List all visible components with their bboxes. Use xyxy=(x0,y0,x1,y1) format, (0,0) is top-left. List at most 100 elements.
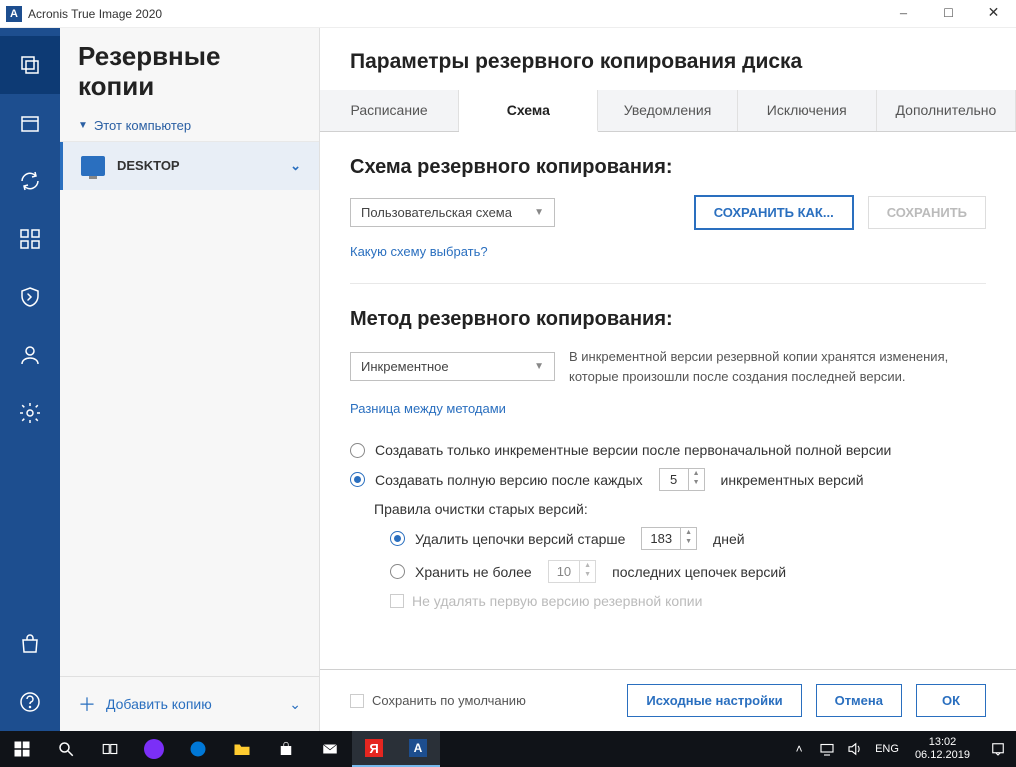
ok-button[interactable]: ОК xyxy=(916,684,986,717)
monitor-icon xyxy=(81,156,105,176)
cleanup-heading: Правила очистки старых версий: xyxy=(350,501,986,517)
taskbar-app-yandex-red[interactable]: Я xyxy=(352,731,396,767)
cancel-button[interactable]: Отмена xyxy=(816,684,902,717)
sidebar-filter-label: Этот компьютер xyxy=(94,118,191,133)
scheme-heading: Схема резервного копирования: xyxy=(350,156,986,179)
page-title: Параметры резервного копирования диска xyxy=(320,28,1016,90)
titlebar: A Acronis True Image 2020 – □ ✕ xyxy=(0,0,1016,28)
sidebar-filter[interactable]: ▼ Этот компьютер xyxy=(60,110,319,142)
taskbar-app-acronis[interactable]: A xyxy=(396,731,440,767)
checkbox-label: Сохранить по умолчанию xyxy=(372,693,526,708)
taskbar-app-store[interactable] xyxy=(264,731,308,767)
radio-icon xyxy=(350,472,365,487)
scheme-select[interactable]: Пользовательская схема ▼ xyxy=(350,198,555,227)
tab-advanced[interactable]: Дополнительно xyxy=(877,90,1016,131)
nav-account-icon[interactable] xyxy=(0,326,60,384)
nav-sync-icon[interactable] xyxy=(0,152,60,210)
tab-schedule[interactable]: Расписание xyxy=(320,90,459,131)
taskbar-app-explorer[interactable] xyxy=(220,731,264,767)
radio-icon xyxy=(390,564,405,579)
close-button[interactable]: ✕ xyxy=(971,0,1016,28)
sidebar-item-desktop[interactable]: DESKTOP ⌄ xyxy=(60,142,319,190)
app-icon: A xyxy=(6,6,22,22)
radio-cleanup-keep[interactable]: Хранить не более 10 ▲▼ последних цепочек… xyxy=(350,560,986,583)
caret-down-icon: ▼ xyxy=(534,207,544,218)
start-button[interactable] xyxy=(0,731,44,767)
reset-button[interactable]: Исходные настройки xyxy=(627,684,801,717)
radio-cleanup-age[interactable]: Удалить цепочки версий старше 183 ▲▼ дне… xyxy=(350,527,986,550)
nav-backup-icon[interactable] xyxy=(0,36,60,94)
nav-protection-icon[interactable] xyxy=(0,268,60,326)
nav-settings-icon[interactable] xyxy=(0,384,60,442)
separator xyxy=(350,283,986,284)
radio-label-suffix: последних цепочек версий xyxy=(612,564,786,580)
sidebar-add-backup[interactable]: ＋ Добавить копию ⌄ xyxy=(60,676,319,731)
chevron-down-icon: ⌄ xyxy=(289,696,301,713)
nav-rail xyxy=(0,28,60,731)
taskview-icon[interactable] xyxy=(88,731,132,767)
checkbox-icon xyxy=(350,694,364,708)
checkbox-icon xyxy=(390,594,404,608)
nav-store-icon[interactable] xyxy=(0,615,60,673)
save-default-checkbox[interactable]: Сохранить по умолчанию xyxy=(350,693,526,708)
spinner[interactable]: ▲▼ xyxy=(688,469,704,490)
tray-language[interactable]: ENG xyxy=(869,743,905,755)
settings-panel: Схема резервного копирования: Пользовате… xyxy=(320,132,1016,669)
full-count-input[interactable]: 5 ▲▼ xyxy=(659,468,705,491)
tab-exclusions[interactable]: Исключения xyxy=(738,90,877,131)
chevron-down-icon: ⌄ xyxy=(290,158,301,174)
age-days-input[interactable]: 183 ▲▼ xyxy=(641,527,697,550)
checkbox-no-delete-first[interactable]: Не удалять первую версию резервной копии xyxy=(350,593,986,609)
window-controls: – □ ✕ xyxy=(881,0,1016,28)
input-value: 5 xyxy=(660,469,688,490)
radio-label: Создавать только инкрементные версии пос… xyxy=(375,442,891,458)
taskbar-clock[interactable]: 13:02 06.12.2019 xyxy=(905,736,980,762)
tray-notifications-icon[interactable] xyxy=(980,731,1016,767)
content-area: Параметры резервного копирования диска Р… xyxy=(320,28,1016,731)
window-title: Acronis True Image 2020 xyxy=(28,7,881,21)
spinner[interactable]: ▲▼ xyxy=(680,528,696,549)
clock-time: 13:02 xyxy=(915,736,970,749)
radio-label-prefix: Создавать полную версию после каждых xyxy=(375,472,643,488)
method-diff-link[interactable]: Разница между методами xyxy=(350,401,506,416)
taskbar-app-yandex[interactable] xyxy=(132,731,176,767)
radio-full-after[interactable]: Создавать полную версию после каждых 5 ▲… xyxy=(350,468,986,491)
keep-chains-input[interactable]: 10 ▲▼ xyxy=(548,560,596,583)
caret-down-icon: ▼ xyxy=(78,120,88,131)
tray-network-icon[interactable] xyxy=(813,731,841,767)
minimize-button[interactable]: – xyxy=(881,0,926,28)
save-as-button[interactable]: СОХРАНИТЬ КАК... xyxy=(694,195,854,230)
scheme-help-link[interactable]: Какую схему выбрать? xyxy=(350,244,986,259)
search-icon[interactable] xyxy=(44,731,88,767)
input-value: 10 xyxy=(549,561,579,582)
radio-label-suffix: дней xyxy=(713,531,745,547)
tab-notifications[interactable]: Уведомления xyxy=(598,90,737,131)
method-description: В инкрементной версии резервной копии хр… xyxy=(569,347,986,386)
nav-archive-icon[interactable] xyxy=(0,94,60,152)
plus-icon: ＋ xyxy=(78,691,96,717)
maximize-button[interactable]: □ xyxy=(926,0,971,28)
taskbar-app-edge[interactable] xyxy=(176,731,220,767)
radio-icon xyxy=(350,443,365,458)
method-select-value: Инкрементное xyxy=(361,359,449,374)
taskbar-app-mail[interactable] xyxy=(308,731,352,767)
tray-volume-icon[interactable] xyxy=(841,731,869,767)
tray-up-icon[interactable]: ˄ xyxy=(785,731,813,767)
sidebar-item-label: DESKTOP xyxy=(117,158,180,173)
tabs: Расписание Схема Уведомления Исключения … xyxy=(320,90,1016,132)
radio-incremental-only[interactable]: Создавать только инкрементные версии пос… xyxy=(350,442,986,458)
radio-label-prefix: Хранить не более xyxy=(415,564,532,580)
nav-help-icon[interactable] xyxy=(0,673,60,731)
footer-bar: Сохранить по умолчанию Исходные настройк… xyxy=(320,669,1016,731)
scheme-select-value: Пользовательская схема xyxy=(361,205,512,220)
checkbox-label: Не удалять первую версию резервной копии xyxy=(412,593,702,609)
method-select[interactable]: Инкрементное ▼ xyxy=(350,352,555,381)
sidebar-heading: Резервные копии xyxy=(60,28,319,110)
spinner[interactable]: ▲▼ xyxy=(579,561,595,582)
radio-label-suffix: инкрементных версий xyxy=(721,472,864,488)
tab-scheme[interactable]: Схема xyxy=(459,90,598,132)
nav-dashboard-icon[interactable] xyxy=(0,210,60,268)
save-button[interactable]: СОХРАНИТЬ xyxy=(868,196,986,229)
radio-icon xyxy=(390,531,405,546)
sidebar: Резервные копии ▼ Этот компьютер DESKTOP… xyxy=(60,28,320,731)
